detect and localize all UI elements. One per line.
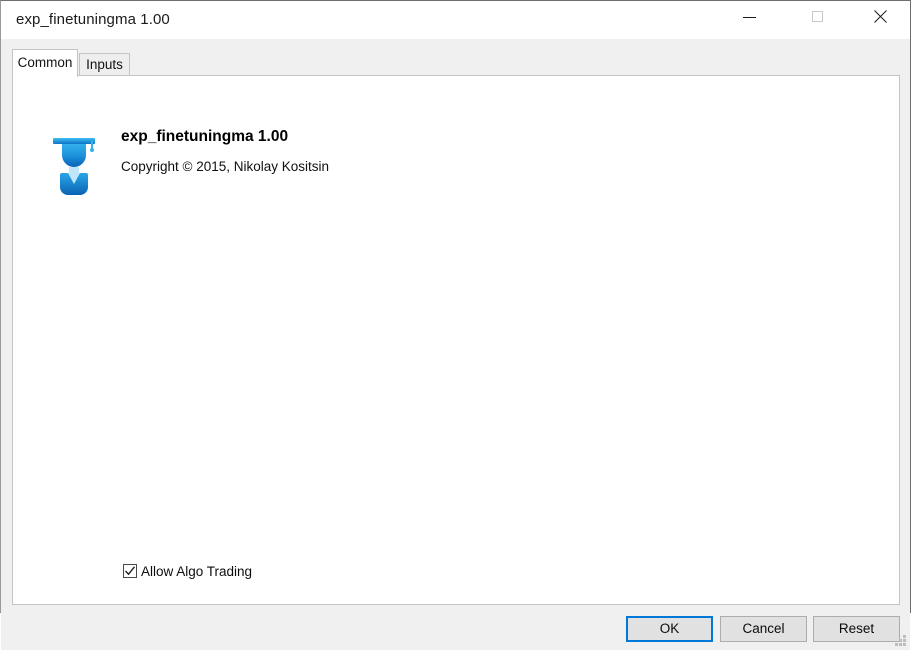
resize-grip[interactable] [894,634,907,647]
close-button[interactable] [857,1,903,32]
allow-algo-trading-label: Allow Algo Trading [141,563,253,579]
checkmark-icon [125,566,136,576]
dialog-body: Common Inputs exp_finetuningma 1.00 Copy… [1,39,910,650]
title-bar: exp_finetuningma 1.00 [1,1,910,39]
tab-inputs[interactable]: Inputs [79,53,130,76]
maximize-button[interactable] [795,1,841,32]
window-title: exp_finetuningma 1.00 [16,11,170,28]
close-icon [873,10,887,24]
cancel-button[interactable]: Cancel [720,616,807,642]
allow-algo-trading-checkbox[interactable] [123,564,137,578]
minimize-icon [743,16,756,18]
dialog-window: exp_finetuningma 1.00 Common Inputs exp_… [0,0,911,650]
allow-algo-trading-row[interactable]: Allow Algo Trading [123,561,252,581]
app-title: exp_finetuningma 1.00 [121,128,289,145]
graduate-icon [50,129,98,197]
minimize-button[interactable] [726,1,772,32]
tab-panel-common: exp_finetuningma 1.00 Copyright © 2015, … [12,75,900,605]
ok-button[interactable]: OK [626,616,713,642]
tab-common[interactable]: Common [12,49,78,77]
app-copyright: Copyright © 2015, Nikolay Kositsin [121,159,330,174]
reset-button[interactable]: Reset [813,616,900,642]
maximize-icon [812,10,823,22]
tab-strip: Common Inputs [12,48,900,77]
dialog-footer: OK Cancel Reset [1,605,910,650]
